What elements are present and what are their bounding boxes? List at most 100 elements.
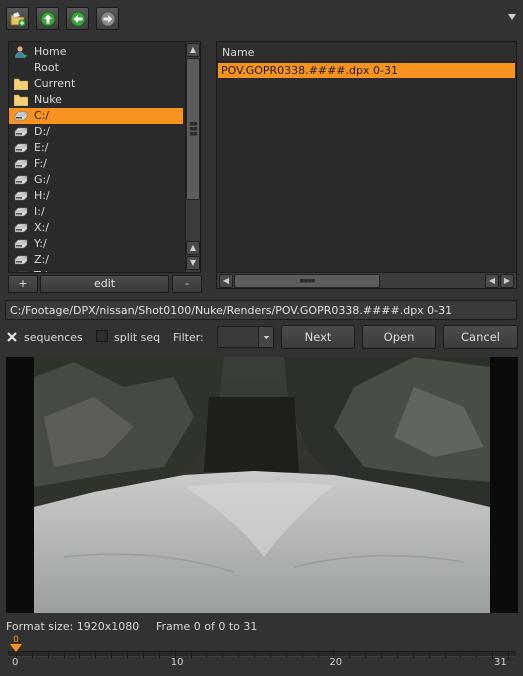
timeline-tick (381, 653, 383, 658)
timeline-label: 0 (12, 657, 19, 668)
dir-item-i[interactable]: I:/ (9, 204, 183, 220)
dir-item-home[interactable]: Home (9, 44, 183, 60)
up-arrow-icon (40, 11, 56, 27)
dir-item-x[interactable]: X:/ (9, 220, 183, 236)
file-list-header[interactable]: Name (217, 42, 516, 62)
playhead-triangle-icon (10, 644, 22, 652)
timeline-tick (492, 650, 494, 660)
directory-list[interactable]: Home Root Current Nuke C:/ D:/ E:/ F:/ G:/ H:/ I:/… (8, 41, 201, 273)
timeline-tick (396, 653, 398, 658)
cancel-button[interactable]: Cancel (443, 325, 518, 349)
drive-icon (14, 190, 28, 202)
path-field[interactable]: C:/Footage/DPX/nissan/Shot0100/Nuke/Rend… (5, 300, 517, 320)
filter-dropdown-arrow[interactable] (258, 327, 273, 347)
drive-icon (14, 110, 28, 122)
dir-item-z[interactable]: Z:/ (9, 252, 183, 268)
dir-item-label: Z:/ (34, 253, 49, 266)
filter-label: Filter: (173, 331, 204, 344)
add-directory-button[interactable]: + (8, 275, 38, 293)
timeline-tick (238, 653, 240, 658)
timeline[interactable] (8, 640, 516, 670)
dir-item-root[interactable]: Root (9, 60, 183, 76)
scroll-down-button[interactable]: ▼ (186, 256, 200, 270)
timeline-tick (365, 653, 367, 658)
drive-icon (14, 270, 28, 272)
dir-item-label: I:/ (34, 205, 45, 218)
file-list[interactable]: Name POV.GOPR0338.####.dpx 0-31 ◀ ▪▪▪▪ ◀… (216, 41, 517, 289)
sequences-label: sequences (24, 331, 83, 344)
dropdown-triangle-icon (508, 14, 516, 20)
file-list-hscrollbar[interactable]: ◀ ▪▪▪▪ ◀ ▶ (217, 272, 516, 288)
next-button[interactable]: Next (281, 325, 355, 349)
dir-item-label: E:/ (34, 141, 49, 154)
edit-directory-button[interactable]: edit (40, 275, 169, 293)
dir-item-label: F:/ (34, 157, 47, 170)
timeline-tick (47, 653, 49, 658)
open-button[interactable]: Open (362, 325, 436, 349)
timeline-tick (254, 653, 256, 658)
preview-viewer (6, 357, 518, 613)
dir-item-g[interactable]: G:/ (9, 172, 183, 188)
dir-item-label: Current (34, 77, 76, 90)
dir-item-label: T:/ (34, 269, 47, 272)
dir-item-label: Y:/ (34, 237, 47, 250)
remove-directory-button[interactable]: - (172, 275, 202, 293)
scroll-up-button-lower[interactable]: ▲ (186, 241, 200, 255)
timeline-label: 20 (329, 657, 343, 668)
timeline-tick (444, 653, 446, 658)
dir-item-d[interactable]: D:/ (9, 124, 183, 140)
scroll-left-button[interactable]: ◀ (219, 274, 233, 288)
folder-icon (13, 94, 29, 107)
forward-button[interactable] (96, 7, 119, 30)
timeline-tick (349, 653, 351, 658)
scroll-thumb[interactable]: ▪▪ ▪▪ ▪▪ (186, 58, 200, 200)
timeline-playhead[interactable]: 0 (9, 635, 23, 652)
timeline-tick (317, 653, 319, 658)
drive-icon (14, 206, 28, 218)
drive-icon (14, 142, 28, 154)
new-folder-button[interactable] (6, 7, 29, 30)
timeline-tick (206, 653, 208, 658)
dir-item-y[interactable]: Y:/ (9, 236, 183, 252)
frame-info-text: Frame 0 of 0 to 31 (156, 620, 258, 633)
timeline-tick (190, 653, 192, 658)
timeline-ticks (8, 650, 516, 660)
dir-item-h[interactable]: H:/ (9, 188, 183, 204)
drive-icon (14, 238, 28, 250)
timeline-tick (428, 653, 430, 658)
filter-dropdown[interactable] (217, 326, 274, 348)
dir-item-c[interactable]: C:/ (9, 108, 183, 124)
file-row[interactable]: POV.GOPR0338.####.dpx 0-31 (218, 63, 515, 78)
dir-item-current[interactable]: Current (9, 76, 183, 92)
dir-item-nuke[interactable]: Nuke (9, 92, 183, 108)
dir-item-t[interactable]: T:/ (9, 268, 183, 272)
folder-icon (13, 78, 29, 91)
chevron-down-icon (263, 336, 270, 339)
dir-item-label: X:/ (34, 221, 49, 234)
menu-dropdown-button[interactable] (507, 12, 517, 22)
format-size-text: Format size: 1920x1080 (6, 620, 140, 633)
dir-item-f[interactable]: F:/ (9, 156, 183, 172)
drive-icon (14, 254, 28, 266)
timeline-tick (111, 653, 113, 658)
name-column-header[interactable]: Name (222, 46, 254, 59)
timeline-tick (158, 653, 160, 658)
split-seq-checkbox[interactable] (96, 330, 108, 342)
timeline-tick (63, 653, 65, 658)
file-row-label: POV.GOPR0338.####.dpx 0-31 (221, 64, 398, 77)
timeline-tick (508, 650, 509, 660)
sequences-checkbox[interactable] (6, 331, 18, 343)
grip-icon: ▪▪▪▪ (299, 276, 316, 285)
timeline-tick (142, 653, 144, 658)
directory-scrollbar[interactable]: ▲ ▪▪ ▪▪ ▪▪ ▲ ▼ (185, 42, 200, 272)
scroll-right-button[interactable]: ▶ (500, 274, 514, 288)
timeline-tick (31, 653, 33, 658)
back-button[interactable] (66, 7, 89, 30)
scroll-up-button[interactable]: ▲ (186, 43, 200, 57)
hscroll-thumb[interactable]: ▪▪▪▪ (234, 274, 380, 288)
scroll-left-button-right[interactable]: ◀ (485, 274, 499, 288)
dir-item-label: G:/ (34, 173, 50, 186)
up-directory-button[interactable] (36, 7, 59, 30)
back-arrow-icon (70, 11, 86, 27)
dir-item-e[interactable]: E:/ (9, 140, 183, 156)
